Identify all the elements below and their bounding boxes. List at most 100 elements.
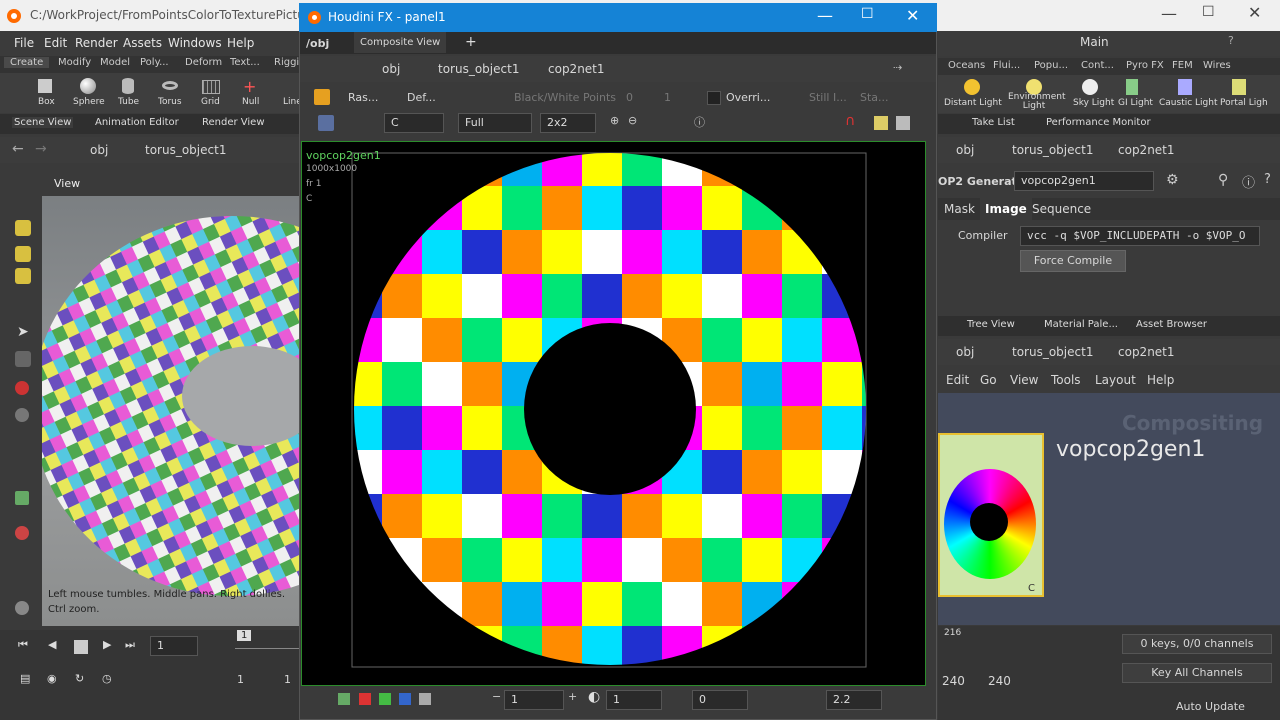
torus-icon[interactable] xyxy=(162,81,178,90)
loop-icon[interactable]: ↻ xyxy=(75,672,84,685)
distant-light-icon[interactable] xyxy=(964,79,980,95)
npath-network[interactable]: obj xyxy=(956,345,974,359)
sphere-icon[interactable] xyxy=(80,78,96,94)
shelf-tab-wires[interactable]: Wires xyxy=(1203,60,1231,71)
null-icon[interactable]: + xyxy=(243,77,256,96)
param-tab-image[interactable]: Image xyxy=(980,198,1032,220)
forward-arrow-icon[interactable]: → xyxy=(35,141,47,157)
decrement-icon[interactable]: − xyxy=(492,690,501,703)
range-start[interactable]: 1 xyxy=(237,673,244,686)
node-flag[interactable]: C xyxy=(1028,583,1035,594)
net-menu-edit[interactable]: Edit xyxy=(946,373,969,387)
node-tile[interactable]: C xyxy=(938,433,1044,597)
shelf-tab-modify[interactable]: Modify xyxy=(58,57,91,68)
stop-icon[interactable] xyxy=(74,640,88,654)
shelf-tab-pyro[interactable]: Pyro FX xyxy=(1126,60,1164,71)
gamma-field[interactable]: 2.2 xyxy=(826,690,882,710)
net-menu-tools[interactable]: Tools xyxy=(1051,373,1081,387)
back-arrow-icon[interactable]: ← xyxy=(12,141,24,157)
shelf-tab-populate[interactable]: Popu... xyxy=(1034,60,1068,71)
clock-icon[interactable]: ◷ xyxy=(102,672,112,685)
path-node[interactable]: torus_object1 xyxy=(145,143,226,157)
contrast-icon[interactable]: ◐ xyxy=(588,689,600,705)
net-menu-view[interactable]: View xyxy=(1010,373,1038,387)
panel-minimize-icon[interactable]: — xyxy=(817,6,833,25)
lock-icon[interactable] xyxy=(15,351,31,367)
def-menu[interactable]: Def... xyxy=(407,91,436,104)
rpath-child[interactable]: cop2net1 xyxy=(1118,143,1175,157)
record-icon[interactable] xyxy=(15,381,29,395)
menu-file[interactable]: File xyxy=(14,36,34,50)
param-tab-mask[interactable]: Mask xyxy=(944,202,975,216)
panel-title-bar[interactable]: Houdini FX - panel1 — ☐ ✕ xyxy=(299,3,937,32)
value-field-2[interactable]: 1 xyxy=(606,690,662,710)
jump-start-icon[interactable]: ⏮ xyxy=(18,638,28,652)
panel-tab-path[interactable]: /obj xyxy=(306,37,329,50)
channel-alpha-icon[interactable] xyxy=(419,693,431,705)
net-menu-layout[interactable]: Layout xyxy=(1095,373,1136,387)
path-network[interactable]: obj xyxy=(90,143,108,157)
shelf-tab-text[interactable]: Text... xyxy=(230,57,260,68)
camera-icon[interactable] xyxy=(15,601,29,615)
shelf-tab-deform[interactable]: Deform xyxy=(185,57,222,68)
frame-field[interactable]: 1 xyxy=(150,636,198,656)
search-icon[interactable]: ⚲ xyxy=(1218,172,1228,188)
timeline[interactable] xyxy=(235,648,300,649)
rpath-node[interactable]: torus_object1 xyxy=(1012,143,1093,157)
npath-node[interactable]: torus_object1 xyxy=(1012,345,1093,359)
key-all-channels-button[interactable]: Key All Channels xyxy=(1122,663,1272,683)
tab-animation-editor[interactable]: Animation Editor xyxy=(95,117,179,128)
channel-blue-icon[interactable] xyxy=(399,693,411,705)
auto-update-toggle[interactable]: Auto Update xyxy=(1176,700,1245,713)
shelf-tab-fem[interactable]: FEM xyxy=(1172,60,1193,71)
shelf-tab-create[interactable]: Create xyxy=(4,57,50,68)
resolution-select[interactable]: Full xyxy=(458,113,532,133)
close-icon[interactable]: ✕ xyxy=(1248,3,1261,22)
transform-tool-icon[interactable] xyxy=(15,246,31,262)
magnet-toggle-icon[interactable]: ∩ xyxy=(845,113,855,129)
shelf-tab-oceans[interactable]: Oceans xyxy=(948,60,985,71)
help-icon[interactable]: ? xyxy=(1228,34,1234,47)
sky-light-icon[interactable] xyxy=(1082,79,1098,95)
shelf-tab-rigging[interactable]: Riggi xyxy=(274,57,299,68)
portal-light-icon[interactable] xyxy=(1232,79,1246,95)
jump-end-icon[interactable]: ⏭ xyxy=(125,638,135,652)
bw-a-field[interactable]: 0 xyxy=(626,91,633,104)
frame-b[interactable]: 240 xyxy=(988,674,1011,688)
value-field-1[interactable]: 1 xyxy=(504,690,564,710)
param-node-name[interactable]: vopcop2gen1 xyxy=(1014,171,1154,191)
view-label[interactable]: View xyxy=(54,177,80,190)
zoom-in-icon[interactable]: ⊕ xyxy=(610,114,619,127)
realtime-icon[interactable]: ▤ xyxy=(20,672,30,685)
tab-tree-view[interactable]: Tree View xyxy=(967,319,1015,330)
tab-material-palette[interactable]: Material Pale... xyxy=(1044,319,1118,330)
caustic-light-icon[interactable] xyxy=(1178,79,1192,95)
param-help-icon[interactable]: ? xyxy=(1264,172,1271,187)
tab-asset-browser[interactable]: Asset Browser xyxy=(1136,319,1207,330)
info-icon[interactable]: ⓘ xyxy=(1242,172,1255,191)
ppath-child[interactable]: cop2net1 xyxy=(548,62,605,76)
channel-rgb-icon[interactable] xyxy=(338,693,350,705)
shelf-tab-fluids[interactable]: Flui... xyxy=(993,60,1020,71)
tiles-select[interactable]: 2x2 xyxy=(540,113,596,133)
panel-close-icon[interactable]: ✕ xyxy=(906,6,919,25)
shelf-tab-model[interactable]: Model xyxy=(100,57,130,68)
panel-maximize-icon[interactable]: ☐ xyxy=(861,6,874,22)
composite-viewer[interactable]: vopcop2gen1 1000x1000 fr 1 C xyxy=(301,141,926,686)
shelf-tab-poly[interactable]: Poly... xyxy=(140,57,169,68)
shelf-tab-container[interactable]: Cont... xyxy=(1081,60,1114,71)
value-field-3[interactable]: 0 xyxy=(692,690,748,710)
maximize-icon[interactable]: ☐ xyxy=(1202,4,1215,20)
bw-b-field[interactable]: 1 xyxy=(664,91,671,104)
ppath-network[interactable]: obj xyxy=(382,62,400,76)
box-icon[interactable] xyxy=(38,79,52,93)
menu-assets[interactable]: Assets xyxy=(123,36,162,50)
tab-composite-view[interactable]: Composite View xyxy=(354,32,447,53)
magnet-icon[interactable] xyxy=(15,526,29,540)
select-tool-icon[interactable] xyxy=(15,220,31,236)
desktop-name[interactable]: Main xyxy=(1080,35,1109,49)
frame-a[interactable]: 240 xyxy=(942,674,965,688)
audio-icon[interactable]: ◉ xyxy=(47,672,57,685)
force-compile-button[interactable]: Force Compile xyxy=(1020,250,1126,272)
viewer-info-icon[interactable]: ⓘ xyxy=(694,114,705,130)
